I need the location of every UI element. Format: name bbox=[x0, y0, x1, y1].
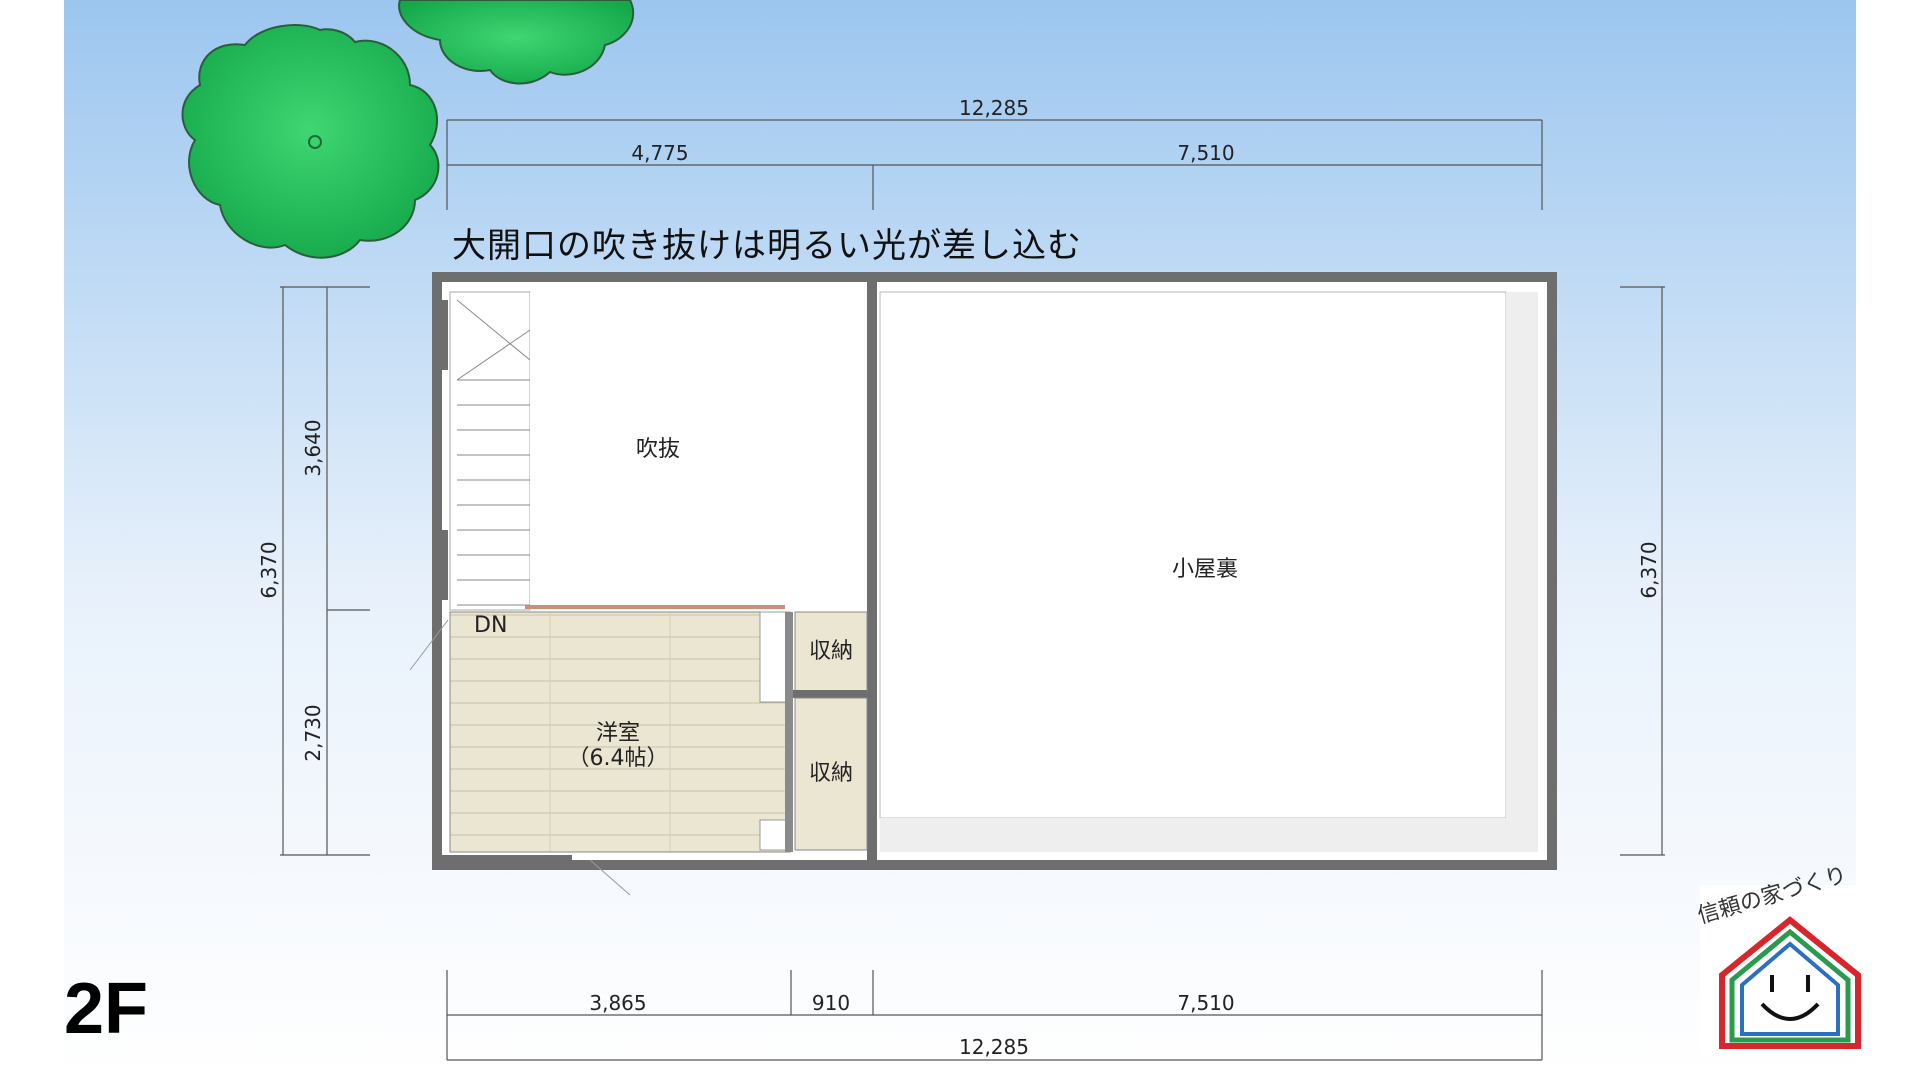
dim-top-left: 4,775 bbox=[631, 141, 688, 165]
storage-divider bbox=[785, 690, 867, 698]
floor-plan-stage: 12,285 4,775 7,510 3,865 910 7,510 12,28… bbox=[0, 0, 1920, 1080]
dim-top-right: 7,510 bbox=[1177, 141, 1234, 165]
interior-wall bbox=[867, 282, 877, 862]
room-label-shuno-2: 収納 bbox=[809, 761, 853, 786]
room-label-koyaura: 小屋裏 bbox=[1172, 557, 1238, 582]
room-label-youshitsu-size: （6.4帖） bbox=[568, 746, 669, 771]
floor-label: 2F bbox=[64, 969, 149, 1049]
room-label-shuno-1: 収納 bbox=[809, 639, 853, 664]
dim-left-total: 6,370 bbox=[257, 541, 281, 598]
dim-bottom-mid: 910 bbox=[812, 991, 850, 1015]
dim-top-total: 12,285 bbox=[959, 96, 1029, 120]
dim-left-upper: 3,640 bbox=[301, 419, 325, 476]
dim-left-lower: 2,730 bbox=[301, 704, 325, 761]
plan-caption: 大開口の吹き抜けは明るい光が差し込む bbox=[452, 226, 1082, 266]
dim-bottom-right: 7,510 bbox=[1177, 991, 1234, 1015]
room-label-youshitsu: 洋室 bbox=[596, 721, 640, 746]
wall-bottom-left bbox=[437, 855, 572, 865]
dim-bottom-total: 12,285 bbox=[959, 1035, 1029, 1059]
dim-right-total: 6,370 bbox=[1637, 541, 1661, 598]
stair-dn-label: DN bbox=[474, 613, 507, 638]
floor-plan-svg: 12,285 4,775 7,510 3,865 910 7,510 12,28… bbox=[0, 0, 1920, 1080]
dim-bottom-left: 3,865 bbox=[589, 991, 646, 1015]
void-area bbox=[530, 292, 867, 605]
room-label-fukinuke: 吹抜 bbox=[636, 437, 680, 462]
storage-wall bbox=[785, 612, 793, 852]
